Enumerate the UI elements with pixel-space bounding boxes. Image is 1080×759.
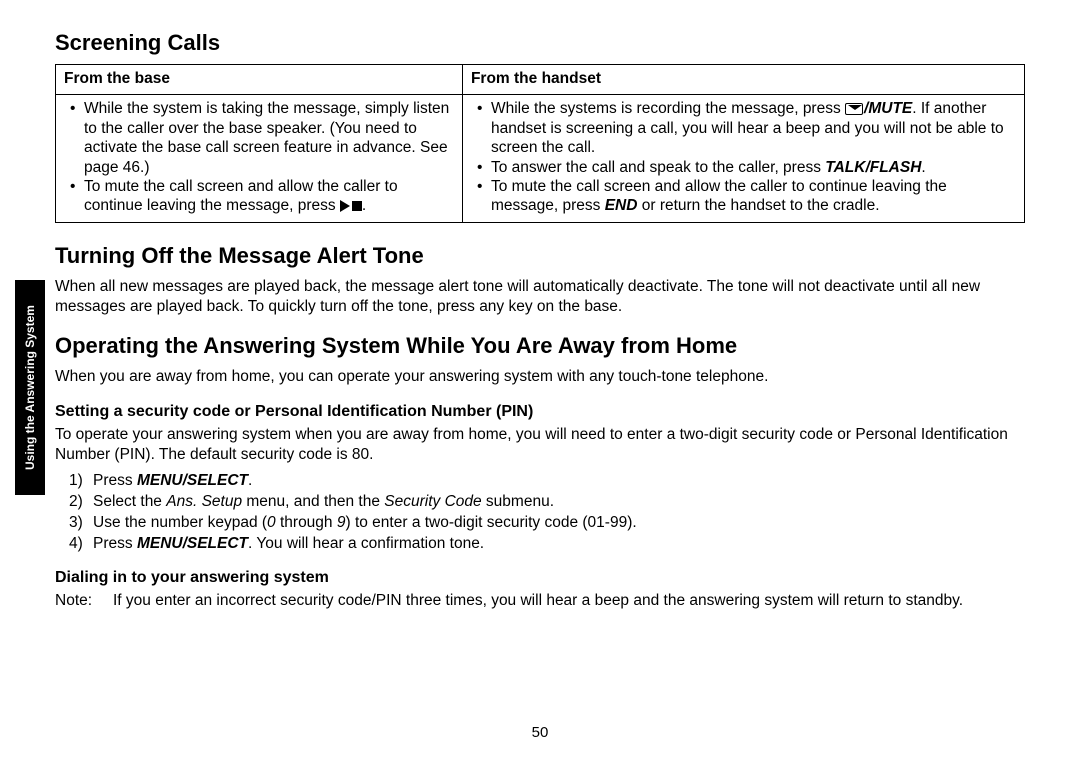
page-content: Screening Calls From the base From the h…	[0, 0, 1080, 631]
table-header-from-handset: From the handset	[462, 65, 1024, 95]
base-bullet-1: While the system is taking the message, …	[70, 99, 454, 177]
step-4: Press MENU/SELECT. You will hear a confi…	[73, 534, 1025, 555]
screening-calls-table: From the base From the handset While the…	[55, 64, 1025, 223]
handset-bullet-2: To answer the call and speak to the call…	[477, 158, 1016, 177]
step-2: Select the Ans. Setup menu, and then the…	[73, 492, 1025, 513]
para-operating-away: When you are away from home, you can ope…	[55, 367, 1025, 387]
heading-turning-off-alert-tone: Turning Off the Message Alert Tone	[55, 243, 1025, 269]
page-number: 50	[0, 724, 1080, 741]
base-bullet-2: To mute the call screen and allow the ca…	[70, 177, 454, 216]
table-cell-from-handset: While the systems is recording the messa…	[462, 95, 1024, 222]
handset-bullet-1: While the systems is recording the messa…	[477, 99, 1016, 157]
mail-icon	[845, 103, 863, 115]
note-row: Note: If you enter an incorrect security…	[55, 591, 1025, 611]
subheading-dialing-in: Dialing in to your answering system	[55, 569, 1025, 587]
note-text: If you enter an incorrect security code/…	[113, 591, 1025, 611]
heading-screening-calls: Screening Calls	[55, 30, 1025, 56]
heading-operating-away: Operating the Answering System While You…	[55, 333, 1025, 359]
side-tab-using-answering-system: Using the Answering System	[15, 280, 45, 495]
table-header-from-base: From the base	[56, 65, 463, 95]
note-label: Note:	[55, 591, 113, 611]
subheading-security-code: Setting a security code or Personal Iden…	[55, 403, 1025, 421]
para-security-code: To operate your answering system when yo…	[55, 425, 1025, 465]
table-cell-from-base: While the system is taking the message, …	[56, 95, 463, 222]
play-stop-icon	[340, 200, 362, 212]
steps-list: Press MENU/SELECT. Select the Ans. Setup…	[73, 471, 1025, 555]
step-1: Press MENU/SELECT.	[73, 471, 1025, 492]
handset-bullet-3: To mute the call screen and allow the ca…	[477, 177, 1016, 216]
para-turning-off-alert-tone: When all new messages are played back, t…	[55, 277, 1025, 317]
step-3: Use the number keypad (0 through 9) to e…	[73, 513, 1025, 534]
